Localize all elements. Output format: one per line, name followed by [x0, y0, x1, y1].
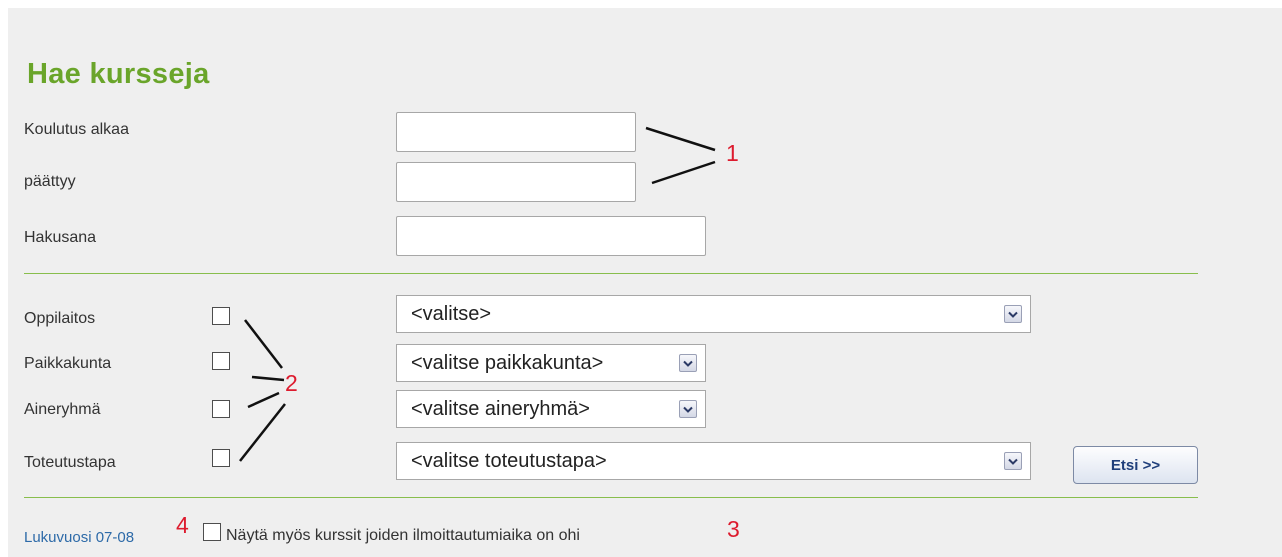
page-title: Hae kursseja [27, 58, 210, 90]
toteutustapa-select[interactable]: <valitse toteutustapa> [396, 442, 1031, 480]
search-button[interactable]: Etsi >> [1073, 446, 1198, 484]
oppilaitos-label: Oppilaitos [24, 310, 96, 327]
aineryhma-label: Aineryhmä [24, 401, 101, 418]
show-expired-label: Näytä myös kurssit joiden ilmoittautumia… [226, 527, 580, 544]
show-expired-checkbox[interactable] [203, 523, 221, 541]
aineryhma-select[interactable]: <valitse aineryhmä> [396, 390, 706, 428]
annotation-2: 2 [285, 370, 298, 396]
chevron-down-icon[interactable] [1004, 305, 1022, 323]
aineryhma-select-value: <valitse aineryhmä> [411, 397, 590, 420]
toteutustapa-select-value: <valitse toteutustapa> [411, 449, 607, 472]
keyword-label: Hakusana [24, 229, 97, 246]
divider-top [24, 273, 1198, 274]
divider-bottom [24, 497, 1198, 498]
oppilaitos-select-value: <valitse> [411, 302, 492, 325]
toteutustapa-checkbox[interactable] [212, 449, 230, 467]
paikkakunta-checkbox[interactable] [212, 352, 230, 370]
start-date-label: Koulutus alkaa [24, 121, 129, 138]
paikkakunta-label: Paikkakunta [24, 355, 112, 372]
chevron-down-icon[interactable] [679, 400, 697, 418]
paikkakunta-select-value: <valitse paikkakunta> [411, 351, 604, 374]
annotation-4: 4 [176, 512, 189, 538]
end-date-input[interactable] [396, 162, 636, 202]
year-link[interactable]: Lukuvuosi 07-08 [24, 529, 134, 546]
chevron-down-icon[interactable] [679, 354, 697, 372]
annotation-3: 3 [727, 516, 740, 542]
start-date-input[interactable] [396, 112, 636, 152]
chevron-down-icon[interactable] [1004, 452, 1022, 470]
annotation-1: 1 [726, 140, 739, 166]
aineryhma-checkbox[interactable] [212, 400, 230, 418]
keyword-input[interactable] [396, 216, 706, 256]
toteutustapa-label: Toteutustapa [24, 454, 116, 471]
oppilaitos-select[interactable]: <valitse> [396, 295, 1031, 333]
end-date-label: päättyy [24, 173, 76, 190]
oppilaitos-checkbox[interactable] [212, 307, 230, 325]
paikkakunta-select[interactable]: <valitse paikkakunta> [396, 344, 706, 382]
